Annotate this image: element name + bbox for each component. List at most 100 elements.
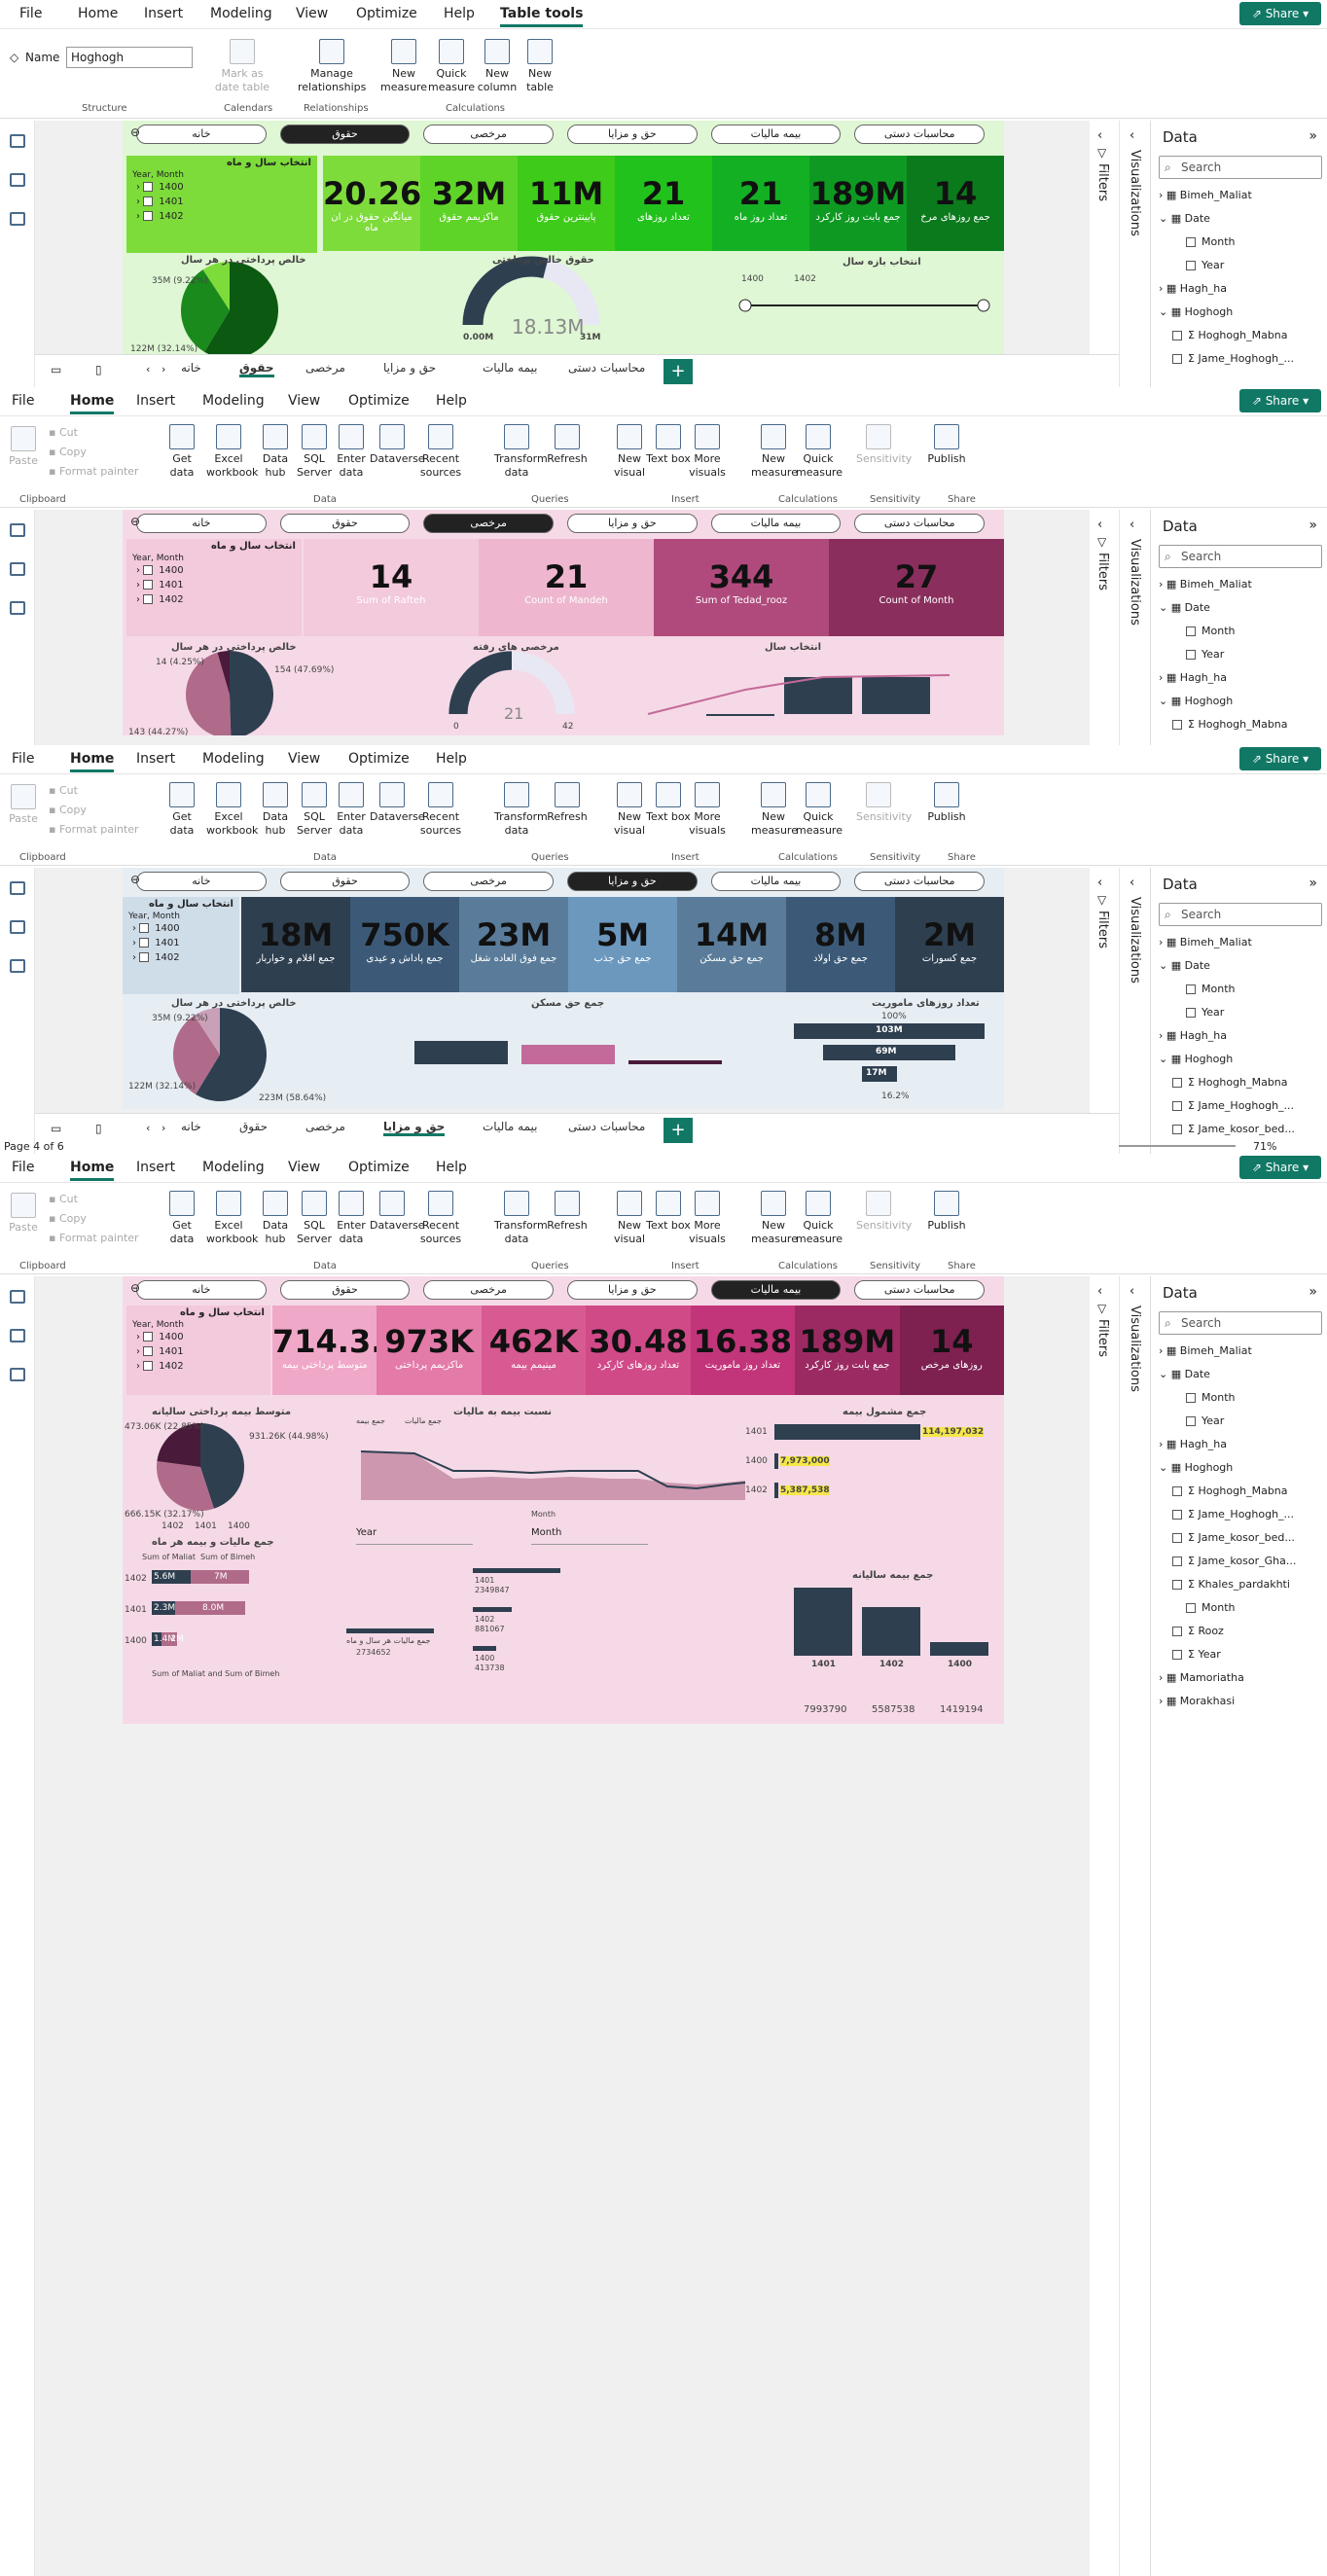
enter-data-button[interactable]: Enter data [329, 424, 374, 480]
range-handle-min[interactable] [738, 299, 752, 312]
expand-icon[interactable]: » [1309, 876, 1317, 891]
field-bimeh-maliat[interactable]: › ▦ Bimeh_Maliat [1159, 1344, 1252, 1357]
field-checkbox[interactable] [1186, 1393, 1196, 1403]
menu-file[interactable]: File [12, 1160, 34, 1175]
publish-button[interactable]: Publish [924, 782, 969, 824]
refresh-button[interactable]: Refresh [545, 1191, 590, 1233]
visualizations-label[interactable]: Visualizations [1128, 150, 1142, 236]
new-measure-button[interactable]: New measure [751, 424, 798, 480]
excel-workbook-button[interactable]: Excel workbook [206, 782, 258, 838]
report-view-icon[interactable] [10, 1290, 25, 1304]
menu-file[interactable]: File [12, 393, 34, 409]
collapse-icon[interactable]: ‹ [1130, 876, 1134, 890]
page-tab[interactable]: محاسبات دستی [568, 1120, 645, 1133]
field-mamoriatha[interactable]: › ▦ Mamoriatha [1159, 1671, 1244, 1684]
collapse-icon[interactable]: ‹ [1097, 1284, 1102, 1299]
new-measure-button[interactable]: New measure [751, 782, 798, 838]
desktop-layout-icon[interactable]: ▭ [51, 363, 61, 376]
excel-workbook-button[interactable]: Excel workbook [206, 1191, 258, 1246]
menu-insert[interactable]: Insert [136, 751, 175, 767]
menu-view[interactable]: View [288, 751, 320, 767]
field-date[interactable]: ⌄ ▦ Date [1159, 601, 1210, 614]
field-year[interactable]: Year [1186, 1414, 1224, 1427]
menu-file[interactable]: File [19, 6, 42, 21]
table-name-input[interactable]: Hoghogh [66, 47, 193, 68]
page-tab[interactable]: بیمه مالیات [483, 361, 537, 375]
menu-optimize[interactable]: Optimize [348, 1160, 410, 1175]
refresh-button[interactable]: Refresh [545, 424, 590, 466]
menu-view[interactable]: View [288, 393, 320, 409]
menu-insert[interactable]: Insert [136, 1160, 175, 1175]
field-checkbox[interactable] [1186, 626, 1196, 636]
collapse-icon[interactable]: ‹ [1130, 128, 1134, 143]
filters-label[interactable]: Filters [1095, 553, 1110, 590]
field-checkbox[interactable] [1172, 331, 1182, 340]
data-search-input[interactable]: ⌕ Search [1159, 903, 1322, 926]
dataverse-button[interactable]: Dataverse [370, 1191, 425, 1233]
field-hagh-ha[interactable]: › ▦ Hagh_ha [1159, 1438, 1227, 1450]
field-checkbox[interactable] [1172, 1510, 1182, 1520]
menu-insert[interactable]: Insert [144, 6, 183, 21]
menu-optimize[interactable]: Optimize [356, 6, 417, 21]
field-hoghogh[interactable]: ⌄ ▦ Hoghogh [1159, 305, 1233, 318]
add-page-button[interactable]: + [664, 359, 693, 384]
menu-table-tools[interactable]: Table tools [500, 6, 584, 27]
field-checkbox[interactable] [1172, 1078, 1182, 1088]
field-date[interactable]: ⌄ ▦ Date [1159, 212, 1210, 225]
new-table-button[interactable]: New table [516, 39, 564, 94]
field-checkbox[interactable] [1172, 1556, 1182, 1566]
dataverse-button[interactable]: Dataverse [370, 424, 425, 466]
field-hoghogh-mabna[interactable]: Σ Hoghogh_Mabna [1172, 718, 1288, 731]
field-bimeh-maliat[interactable]: › ▦ Bimeh_Maliat [1159, 578, 1252, 590]
field-checkbox[interactable] [1172, 1101, 1182, 1111]
share-button[interactable]: ⇗ Share ▾ [1239, 747, 1321, 770]
field-checkbox[interactable] [1172, 1533, 1182, 1543]
share-button[interactable]: ⇗ Share ▾ [1239, 389, 1321, 412]
range-handle-max[interactable] [977, 299, 990, 312]
get-data-button[interactable]: Get data [160, 1191, 204, 1246]
quick-measure-button[interactable]: Quick measure [796, 1191, 843, 1246]
field-jame-kosor-bed---[interactable]: Σ Jame_kosor_bed... [1172, 1123, 1295, 1135]
page-tab[interactable]: مرخصی [305, 361, 345, 375]
field-jame-hoghogh----[interactable]: Σ Jame_Hoghogh_... [1172, 1099, 1294, 1112]
page-tab[interactable]: بیمه مالیات [483, 1120, 537, 1133]
transform-data-button[interactable]: Transform data [494, 1191, 548, 1246]
table-view-icon[interactable] [10, 920, 25, 934]
data-search-input[interactable]: ⌕ Search [1159, 156, 1322, 179]
more-visuals-button[interactable]: More visuals [685, 1191, 730, 1246]
share-button[interactable]: ⇗ Share ▾ [1239, 2, 1321, 25]
field-hagh-ha[interactable]: › ▦ Hagh_ha [1159, 1029, 1227, 1042]
page-tab[interactable]: حق و مزایا [383, 1120, 446, 1136]
page-tab[interactable]: مرخصی [305, 1120, 345, 1133]
field-checkbox[interactable] [1172, 1650, 1182, 1660]
scroll-right-icon[interactable]: › [161, 1122, 165, 1134]
field-checkbox[interactable] [1172, 1125, 1182, 1134]
menu-help[interactable]: Help [436, 1160, 467, 1175]
menu-home[interactable]: Home [70, 393, 115, 414]
field-checkbox[interactable] [1186, 237, 1196, 247]
collapse-icon[interactable]: ‹ [1097, 876, 1102, 890]
field-month[interactable]: Month [1186, 235, 1235, 248]
report-view-icon[interactable] [10, 134, 25, 148]
collapse-icon[interactable]: ‹ [1130, 1284, 1134, 1299]
report-view-icon[interactable] [10, 881, 25, 895]
field-jame-hoghogh----[interactable]: Σ Jame_Hoghogh_... [1172, 1508, 1294, 1521]
table-view-icon[interactable] [10, 173, 25, 187]
mobile-layout-icon[interactable]: ▯ [95, 363, 102, 376]
month-dropdown[interactable]: Month [531, 1527, 648, 1545]
refresh-button[interactable]: Refresh [545, 782, 590, 824]
desktop-layout-icon[interactable]: ▭ [51, 1122, 61, 1135]
dataverse-button[interactable]: Dataverse [370, 782, 425, 824]
quick-measure-button[interactable]: Quick measure [796, 782, 843, 838]
report-view-icon[interactable] [10, 523, 25, 537]
expand-icon[interactable]: » [1309, 128, 1317, 144]
menu-optimize[interactable]: Optimize [348, 751, 410, 767]
visualizations-label[interactable]: Visualizations [1128, 1306, 1142, 1392]
table-view-icon[interactable] [10, 1329, 25, 1342]
menu-home[interactable]: Home [78, 6, 118, 21]
year-dropdown[interactable]: Year [356, 1527, 473, 1545]
field-month[interactable]: Month [1186, 625, 1235, 637]
recent-sources-button[interactable]: Recent sources [418, 1191, 463, 1246]
more-visuals-button[interactable]: More visuals [685, 424, 730, 480]
page-tab[interactable]: حقوق [239, 361, 274, 377]
